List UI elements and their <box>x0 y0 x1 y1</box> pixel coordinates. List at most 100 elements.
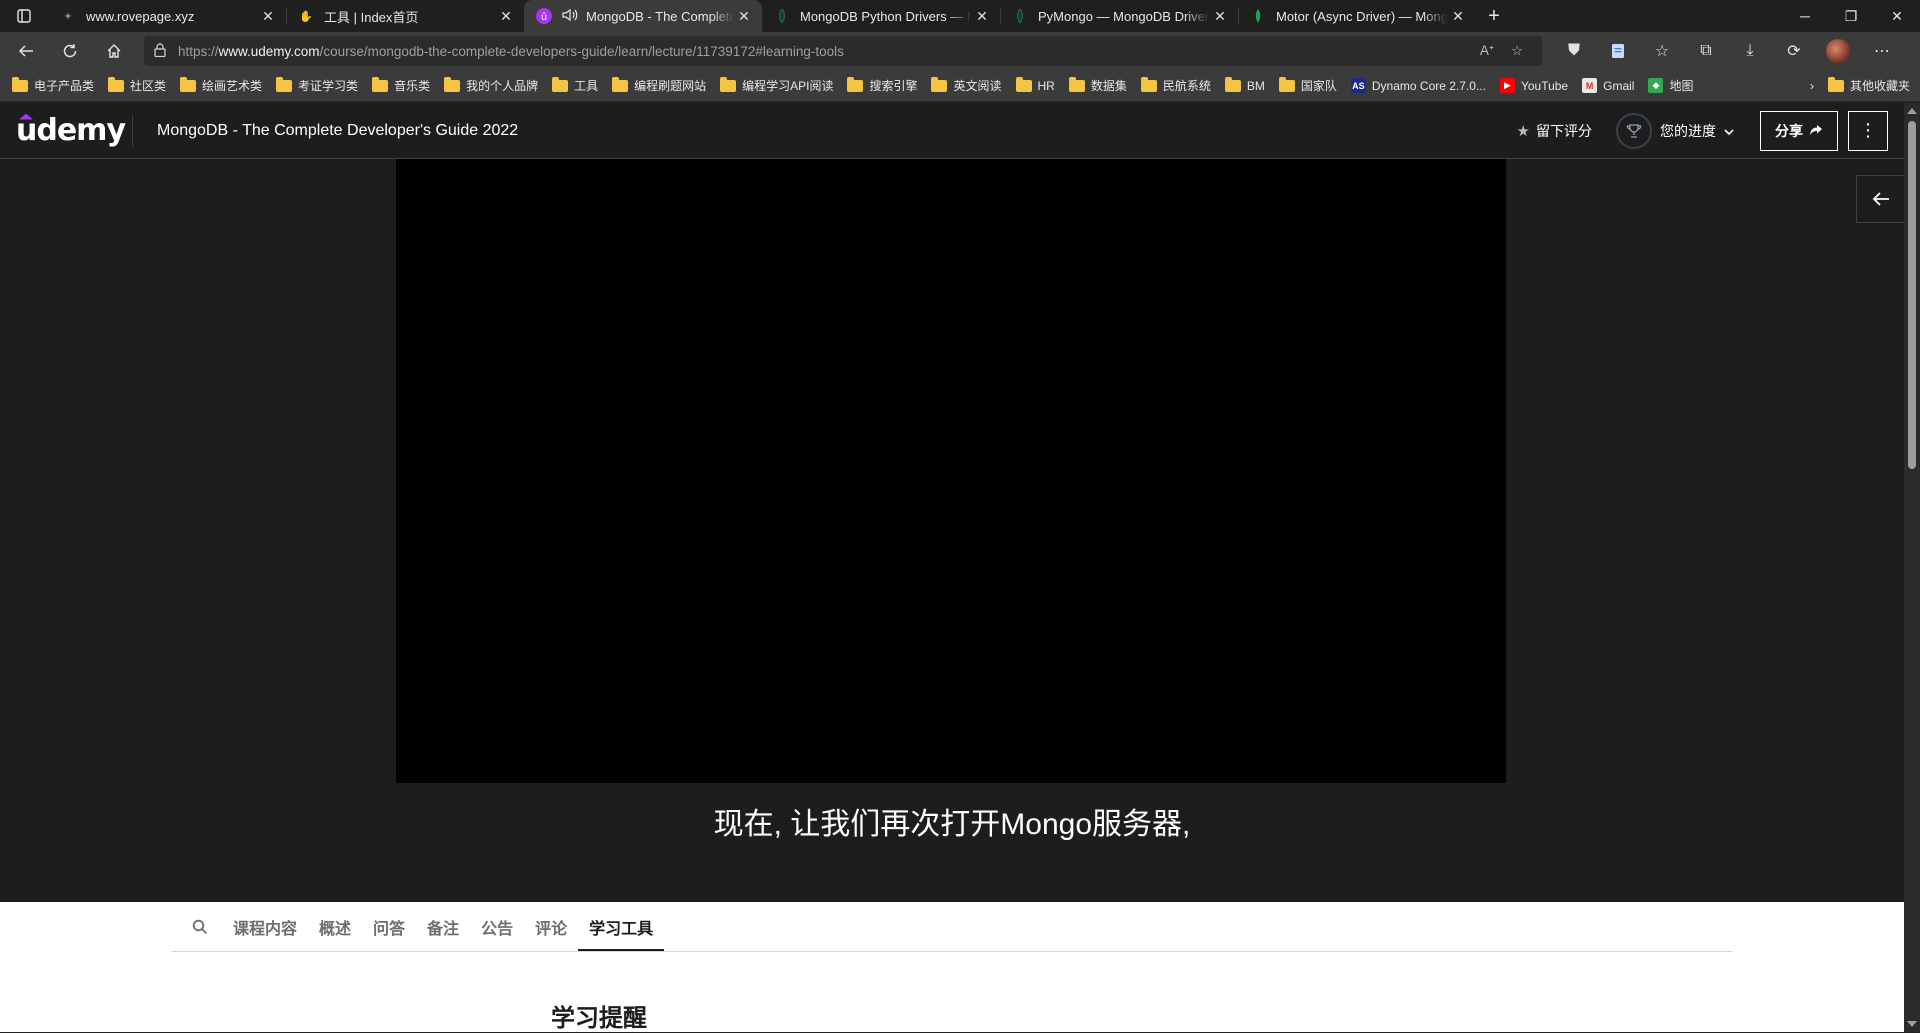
profile-avatar[interactable] <box>1816 35 1860 67</box>
site-favicon-icon: ▶ <box>1499 78 1515 93</box>
bookmark-link[interactable]: M Gmail <box>1582 78 1634 93</box>
video-player[interactable] <box>396 159 1506 783</box>
extension-doc-icon[interactable] <box>1596 35 1640 67</box>
favorites-icon[interactable]: ☆ <box>1640 35 1684 67</box>
home-icon[interactable] <box>96 35 132 67</box>
close-icon[interactable]: ✕ <box>1448 6 1468 26</box>
bookmark-folder[interactable]: 我的个人品牌 <box>444 76 539 94</box>
bookmark-folder[interactable]: 英文阅读 <box>931 76 1002 94</box>
new-tab-plus-icon[interactable]: + <box>1476 0 1512 32</box>
bookmark-label: 地图 <box>1669 79 1694 93</box>
close-icon[interactable]: ✕ <box>496 6 516 26</box>
more-menu-icon[interactable]: ⋯ <box>1860 35 1904 67</box>
add-favorite-star-icon[interactable]: ☆ <box>1502 43 1532 59</box>
open-sidebar-arrow-left-icon[interactable] <box>1856 175 1904 223</box>
tab-actions-icon[interactable] <box>0 0 48 32</box>
section-title: 学习提醒 <box>551 1005 647 1032</box>
browser-tab[interactable]: PyMongo — MongoDB Drivers ✕ <box>1000 0 1238 32</box>
scrollbar-thumb[interactable] <box>1908 121 1916 469</box>
close-icon[interactable]: ✕ <box>734 6 754 26</box>
other-bookmarks-folder[interactable]: 其他收藏夹 <box>1827 76 1910 94</box>
browser-essentials-icon[interactable]: ⟳ <box>1772 35 1816 67</box>
site-favicon-icon: ◆ <box>1648 78 1664 93</box>
minimize-icon[interactable]: ─ <box>1782 0 1828 32</box>
window-controls: ─ ❐ ✕ <box>1782 0 1920 32</box>
close-icon[interactable]: ✕ <box>258 6 278 26</box>
browser-tab[interactable]: ✦ www.rovepage.xyz ✕ <box>48 0 286 32</box>
bookmark-link[interactable]: AS Dynamo Core 2.7.0... <box>1350 78 1486 93</box>
bookmark-folder[interactable]: 考证学习类 <box>276 76 358 94</box>
bookmark-folder[interactable]: 工具 <box>552 76 599 94</box>
bookmark-folder[interactable]: HR <box>1015 76 1055 93</box>
more-options-kebab-icon[interactable]: ⋮ <box>1848 110 1888 151</box>
progress-label: 您的进度 <box>1660 122 1716 139</box>
folder-icon <box>1015 76 1032 92</box>
url-text: https://www.udemy.com/course/mongodb-the… <box>178 44 1472 59</box>
extension-shield-icon[interactable]: ⛊ <box>1552 35 1596 67</box>
bookmark-folder[interactable]: 电子产品类 <box>12 76 94 94</box>
browser-tab[interactable]: MongoDB Python Drivers — MongoDB Drivers… <box>762 0 1000 32</box>
browser-tab-active[interactable]: û MongoDB - The Complete Developer's Gui… <box>524 0 762 32</box>
course-title[interactable]: MongoDB - The Complete Developer's Guide… <box>157 122 1517 140</box>
course-content-area: 课程内容 概述 问答 备注 公告 评论 学习工具 学习提醒 <box>0 902 1904 1032</box>
bookmark-label: 国家队 <box>1300 79 1337 93</box>
tab-title: www.rovepage.xyz <box>86 8 195 24</box>
window-close-icon[interactable]: ✕ <box>1874 0 1920 32</box>
browser-tab[interactable]: ✋ 工具 | Index首页 ✕ <box>286 0 524 32</box>
share-button[interactable]: 分享 <box>1760 110 1838 151</box>
bookmark-folder[interactable]: 数据集 <box>1068 76 1127 94</box>
scroll-up-arrow-icon[interactable] <box>1907 108 1917 114</box>
restore-icon[interactable]: ❐ <box>1828 0 1874 32</box>
course-tab[interactable]: 概述 <box>308 902 362 951</box>
bookmark-folder[interactable]: 搜索引擎 <box>847 76 917 94</box>
speaker-icon[interactable] <box>562 8 578 25</box>
bookmark-link[interactable]: ◆ 地图 <box>1648 77 1693 94</box>
udemy-favicon-icon: û <box>536 8 552 24</box>
course-tab[interactable]: 问答 <box>362 902 416 951</box>
lock-icon[interactable] <box>154 42 166 60</box>
course-tab[interactable]: 学习工具 <box>578 902 664 951</box>
bookmark-folder[interactable]: 国家队 <box>1278 76 1337 94</box>
bookmark-folder[interactable]: 编程刷题网站 <box>612 76 706 94</box>
progress-dropdown[interactable]: 您的进度 <box>1616 112 1734 149</box>
course-tab[interactable]: 课程内容 <box>222 902 308 951</box>
bookmark-label: 工具 <box>574 79 599 93</box>
bookmark-folder[interactable]: BM <box>1224 76 1265 93</box>
browser-tab[interactable]: Motor (Async Driver) — MongoDB Drivers ✕ <box>1238 0 1476 32</box>
bookmark-link[interactable]: ▶ YouTube <box>1499 78 1568 93</box>
site-favicon-icon: M <box>1582 78 1598 93</box>
bookmark-folder[interactable]: 编程学习API阅读 <box>720 76 833 94</box>
back-arrow-icon[interactable] <box>8 35 44 67</box>
close-icon[interactable]: ✕ <box>1210 6 1230 26</box>
mongodb-leaf-favicon-icon <box>1250 8 1266 24</box>
bookmark-label: 我的个人品牌 <box>466 79 539 93</box>
tab-title: 工具 | Index首页 <box>324 9 419 25</box>
read-aloud-icon[interactable]: Aᐩ <box>1472 43 1502 59</box>
bookmark-folder[interactable]: 民航系统 <box>1140 76 1211 94</box>
bookmark-label: BM <box>1246 78 1265 93</box>
bookmarks-bar: 电子产品类 社区类 绘画艺术类 考证学习类 音乐类 我的个人品牌 工具 编程刷题网站 编程学习A… <box>0 70 1920 102</box>
reload-icon[interactable] <box>52 35 88 67</box>
udemy-logo[interactable]: udemy <box>16 113 126 148</box>
collections-icon[interactable]: ⧉ <box>1684 35 1728 67</box>
bookmark-folder[interactable]: 绘画艺术类 <box>180 76 262 94</box>
search-icon[interactable] <box>172 902 222 951</box>
page-scrollbar[interactable] <box>1904 103 1920 1032</box>
course-tab[interactable]: 公告 <box>470 902 524 951</box>
scroll-down-arrow-icon[interactable] <box>1907 1021 1917 1027</box>
star-favicon-icon: ✦ <box>63 10 73 23</box>
folder-icon <box>1278 76 1295 92</box>
course-tab[interactable]: 备注 <box>416 902 470 951</box>
address-bar[interactable]: https://www.udemy.com/course/mongodb-the… <box>144 36 1542 66</box>
url-scheme: https:// <box>178 43 219 59</box>
folder-icon <box>372 76 389 92</box>
downloads-icon[interactable]: ⤓ <box>1728 35 1772 67</box>
bookmarks-overflow-chevron-icon[interactable]: › <box>1810 79 1814 93</box>
leave-rating-button[interactable]: ★ 留下评分 <box>1517 121 1592 141</box>
site-favicon-icon: AS <box>1350 78 1366 93</box>
course-tab[interactable]: 评论 <box>524 902 578 951</box>
bookmark-folder[interactable]: 社区类 <box>108 76 166 94</box>
close-icon[interactable]: ✕ <box>972 6 992 26</box>
mongodb-leaf-favicon-icon <box>774 8 790 24</box>
bookmark-folder[interactable]: 音乐类 <box>372 76 430 94</box>
